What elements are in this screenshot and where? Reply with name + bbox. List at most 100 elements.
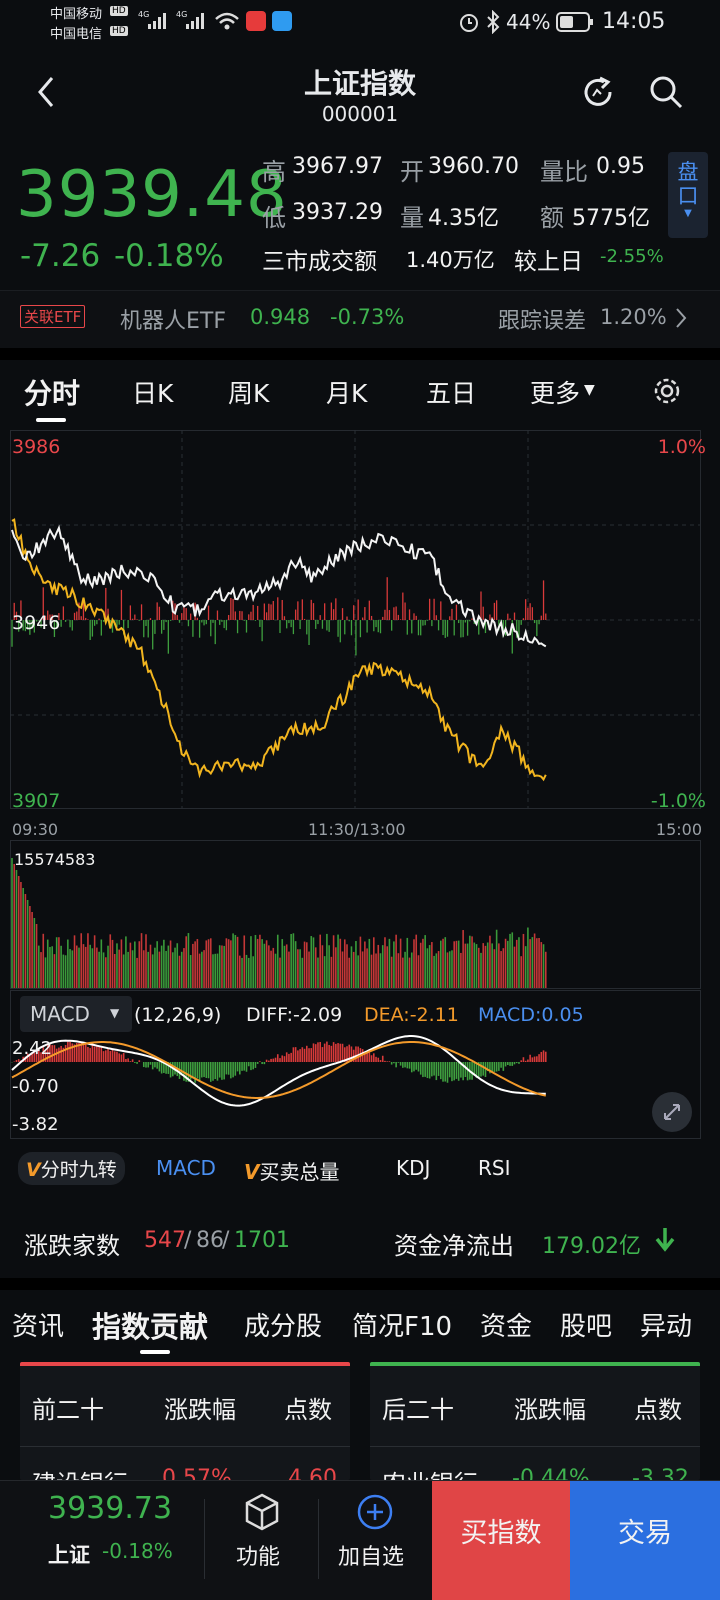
market-breadth-bar: 涨跌家数 547 / 86 / 1701 资金净流出 179.02亿 (0, 1212, 720, 1272)
volume-label: 量 (400, 204, 424, 232)
indicator-macd[interactable]: MACD (156, 1156, 216, 1180)
refresh-icon[interactable] (580, 74, 616, 110)
etf-price: 0.948 (250, 305, 311, 329)
top-contributors-table: 前二十 涨跌幅 点数 建设银行 0.57% 4.60 (20, 1362, 350, 1480)
divider (0, 1278, 720, 1290)
chart-svg (10, 430, 701, 1139)
tab-five-day[interactable]: 五日 (426, 374, 476, 410)
carrier-1: 中国移动 (50, 7, 103, 22)
tab-f10[interactable]: 简况F10 (352, 1306, 452, 1343)
indicator-rsi[interactable]: RSI (478, 1156, 511, 1180)
bottom20-col-pct[interactable]: 涨跌幅 (514, 1390, 586, 1425)
indicator-buysell-label: 买卖总量 (259, 1160, 340, 1184)
tab-funds[interactable]: 资金 (480, 1306, 532, 1343)
vs-prev-label: 较上日 (514, 249, 583, 275)
indicator-buysell-volume[interactable]: V买卖总量 (244, 1156, 339, 1185)
mini-quote[interactable]: 3939.73 上证 -0.18% (0, 1481, 204, 1600)
header: 上证指数 000001 (0, 46, 720, 142)
tab-index-contribution[interactable]: 指数贡献 (92, 1304, 208, 1346)
tab-forum[interactable]: 股吧 (560, 1306, 612, 1343)
y-axis-top-price: 3986 (12, 436, 61, 458)
indicator-tdsequential-label: 分时九转 (40, 1159, 117, 1181)
tab-news[interactable]: 资讯 (12, 1306, 64, 1343)
top20-col-pts[interactable]: 点数 (284, 1390, 332, 1425)
top20-row-pct: 0.57% (162, 1466, 232, 1480)
y-axis-mid-price: 3946 (12, 612, 61, 634)
mini-quote-name: 上证 (48, 1543, 90, 1567)
hd-badge-1: HD (110, 6, 128, 16)
clock: 14:05 (602, 9, 666, 34)
expand-icon[interactable] (652, 1092, 692, 1132)
period-tabs: 分时 日K 周K 月K 五日 更多 ▼ (0, 362, 720, 426)
price-change-pct: -0.18% (114, 238, 224, 274)
open-value: 3960.70 (428, 154, 519, 179)
trade-button[interactable]: 交易 (570, 1481, 720, 1600)
function-label: 功能 (236, 1545, 281, 1570)
chevron-right-icon (676, 308, 687, 328)
open-label: 开 (400, 158, 424, 186)
indicator-kdj[interactable]: KDJ (396, 1156, 430, 1180)
divider (204, 1499, 205, 1579)
etf-badge: 关联ETF (20, 305, 86, 328)
add-watchlist-label: 加自选 (338, 1545, 405, 1570)
breadth-label: 涨跌家数 (24, 1232, 120, 1260)
tab-daily-k[interactable]: 日K (132, 374, 173, 410)
buy-index-button[interactable]: 买指数 (432, 1481, 570, 1600)
cube-icon (245, 1493, 279, 1531)
bottom20-row-pct: -0.44% (512, 1466, 590, 1480)
intraday-chart[interactable]: 3986 3946 3907 1.0% -1.0% 09:30 11:30/13… (10, 430, 716, 1160)
etf-name: 机器人ETF (120, 309, 226, 334)
gear-icon[interactable] (652, 376, 682, 406)
tab-weekly-k[interactable]: 周K (228, 374, 269, 410)
order-book-button[interactable]: 盘口 ▼ (668, 152, 708, 238)
top20-title: 前二十 (32, 1396, 104, 1424)
top20-col-pct[interactable]: 涨跌幅 (164, 1390, 236, 1425)
tab-monthly-k[interactable]: 月K (326, 374, 367, 410)
indicator-tdsequential[interactable]: V分时九转 (18, 1152, 125, 1185)
related-etf-bar[interactable]: 关联ETF 机器人ETF 0.948 -0.73% 跟踪误差 1.20% (0, 290, 720, 348)
macd-selector-label: MACD (30, 1002, 90, 1026)
add-watchlist-button[interactable]: 加自选 (320, 1481, 432, 1600)
tab-more[interactable]: 更多 (530, 374, 580, 410)
y-axis-top-pct: 1.0% (657, 436, 706, 458)
battery-icon (556, 12, 593, 32)
turnover-label: 三市成交额 (262, 249, 377, 275)
volume-max-label: 15574583 (14, 850, 96, 869)
caret-down-icon: ▼ (584, 382, 595, 398)
v-icon: V (26, 1159, 41, 1181)
bottom20-col-pts[interactable]: 点数 (634, 1390, 682, 1425)
y-axis-bottom-price: 3907 (12, 790, 61, 812)
search-icon[interactable] (648, 74, 684, 110)
mini-quote-pct: -0.18% (102, 1539, 173, 1563)
wifi-icon (215, 12, 239, 30)
low-label: 低 (262, 204, 286, 232)
app-notification-icon (246, 11, 266, 31)
divider (318, 1499, 319, 1579)
bottom20-row-name[interactable]: 农业银行 (382, 1464, 478, 1480)
amount-label: 额 (540, 204, 564, 232)
macd-params: (12,26,9) (134, 1004, 222, 1026)
macd-value: MACD:0.05 (478, 1004, 584, 1026)
macd-diff: DIFF:-2.09 (246, 1004, 343, 1026)
average-price-line (11, 518, 547, 782)
carrier-2: 中国电信 (50, 27, 103, 42)
macd-dea: DEA:-2.11 (364, 1004, 459, 1026)
tab-alerts[interactable]: 异动 (640, 1306, 692, 1343)
indicator-bar: V分时九转 MACD V买卖总量 KDJ RSI (0, 1150, 720, 1190)
turnover-value: 1.40万亿 (406, 248, 495, 272)
macd-selector[interactable]: MACD ▼ (20, 996, 132, 1032)
tab-intraday[interactable]: 分时 (24, 372, 80, 412)
bluetooth-icon (487, 10, 500, 34)
arrow-down-icon (655, 1228, 675, 1252)
top20-row-pts: 4.60 (288, 1466, 337, 1480)
top20-row-name[interactable]: 建设银行 (32, 1464, 128, 1480)
x-axis-start: 09:30 (12, 820, 59, 839)
tracking-error-label: 跟踪误差 (498, 309, 587, 334)
function-button[interactable]: 功能 (206, 1481, 318, 1600)
trade-label: 交易 (618, 1518, 672, 1549)
active-tab-indicator (140, 1350, 170, 1354)
tab-constituents[interactable]: 成分股 (244, 1306, 322, 1343)
x-axis-mid: 11:30/13:00 (308, 820, 406, 839)
signal-icon-2 (186, 13, 204, 29)
volume-value: 4.35亿 (428, 206, 499, 231)
